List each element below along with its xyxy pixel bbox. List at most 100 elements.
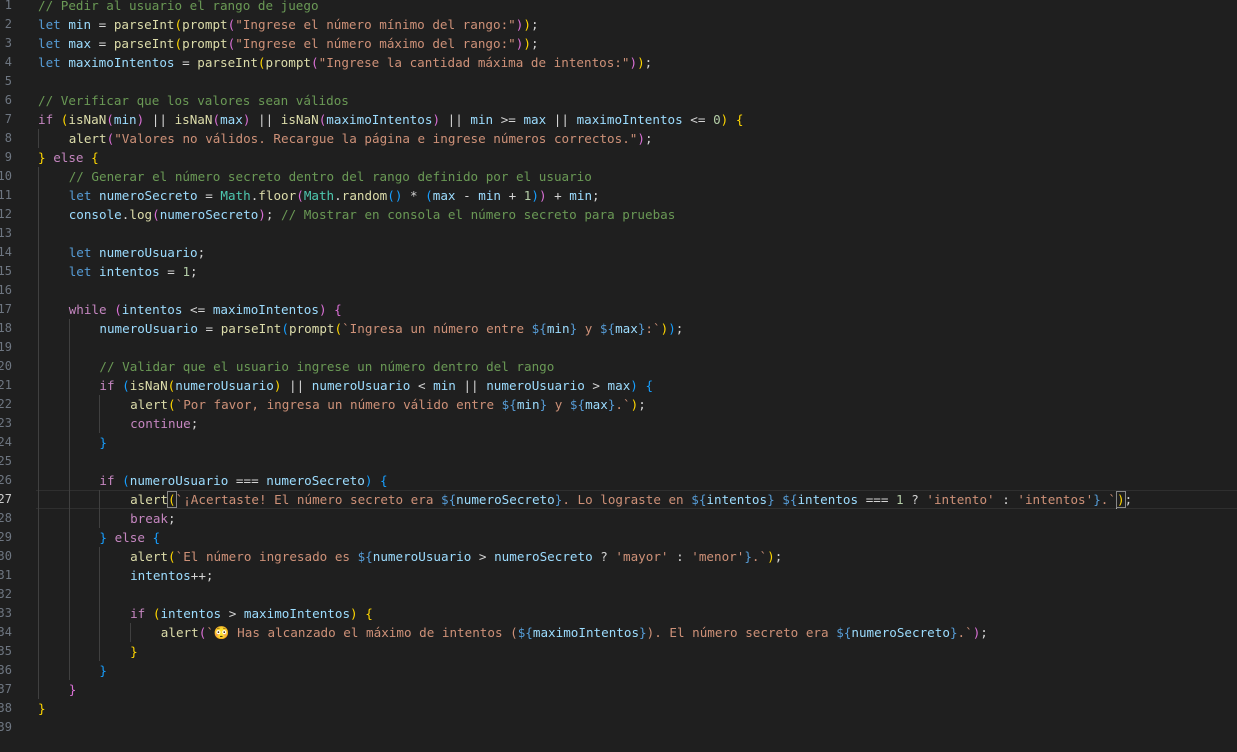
token-brace1: { xyxy=(365,606,373,621)
code-line[interactable]: 34 alert(`😳 Has alcanzado el máximo de in… xyxy=(0,623,1237,642)
token-brace1: ( xyxy=(334,321,343,336)
indent-guide xyxy=(99,585,101,604)
code-line[interactable]: 6 // Verificar que los valores sean válid… xyxy=(0,91,1237,110)
token-brace1: ) xyxy=(637,55,645,70)
token-number: 1 xyxy=(896,492,904,507)
code-line[interactable]: 16 xyxy=(0,281,1237,300)
line-code: } xyxy=(99,433,107,452)
token-plain: ; xyxy=(197,245,206,260)
token-bmatch: ( xyxy=(167,491,177,508)
code-line[interactable]: 20 // Validar que el usuario ingrese un n… xyxy=(0,357,1237,376)
token-plain: >= xyxy=(493,112,524,127)
code-line[interactable]: 31 intentos++; xyxy=(0,566,1237,585)
token-var: maximoIntentos xyxy=(243,606,351,621)
code-line[interactable]: 25 xyxy=(0,452,1237,471)
line-number: 14 xyxy=(0,245,12,259)
token-func: random xyxy=(341,188,388,203)
code-line[interactable]: 15 let intentos = 1; xyxy=(0,262,1237,281)
token-var: numeroSecreto xyxy=(266,473,365,488)
code-line[interactable]: 29} else { xyxy=(0,528,1237,547)
code-line[interactable]: 3 let max = parseInt(prompt("Ingrese el n… xyxy=(0,34,1237,53)
token-brace1: ( xyxy=(257,55,266,70)
line-code: console.log(numeroSecreto); // Mostrar e… xyxy=(69,205,676,224)
code-line[interactable]: 12 console.log(numeroSecreto); // Mostrar… xyxy=(0,205,1237,224)
line-code: // Generar el número secreto dentro del … xyxy=(69,167,592,186)
code-line[interactable]: 39 xyxy=(0,718,1237,737)
code-line[interactable]: 1 // Pedir al usuario el rango de juego xyxy=(0,0,1237,15)
token-func: prompt xyxy=(265,55,312,70)
indent-guide xyxy=(68,395,70,414)
code-line[interactable]: 26 if (numeroUsuario === numeroSecreto) { xyxy=(0,471,1237,490)
indent-guide xyxy=(68,471,70,490)
code-line[interactable]: 23 continue; xyxy=(0,414,1237,433)
token-string: "Ingrese el número máximo del rango:" xyxy=(235,36,516,51)
code-line[interactable]: 14 let numeroUsuario; xyxy=(0,243,1237,262)
token-plain: > xyxy=(471,549,495,564)
code-line[interactable]: 37} xyxy=(0,680,1237,699)
indent-guide xyxy=(68,604,70,623)
code-line[interactable]: 7 if (isNaN(min) || isNaN(max) || isNaN(m… xyxy=(0,110,1237,129)
line-number: 24 xyxy=(0,435,12,449)
token-bmatch: ) xyxy=(1116,491,1126,508)
code-line[interactable]: 36} xyxy=(0,661,1237,680)
code-line[interactable]: 4 let maximoIntentos = parseInt(prompt("I… xyxy=(0,53,1237,72)
token-brace3: { xyxy=(152,530,161,545)
code-editor[interactable]: 1 // Pedir al usuario el rango de juego 2 l… xyxy=(0,0,1237,752)
code-line[interactable]: 28 break; xyxy=(0,509,1237,528)
token-plain: || xyxy=(144,112,175,127)
code-line[interactable]: 22 alert(`Por favor, ingresa un número vá… xyxy=(0,395,1237,414)
line-number: 36 xyxy=(0,663,12,677)
token-interp: ${ xyxy=(599,321,616,336)
indent-guide xyxy=(38,281,39,300)
code-line[interactable]: 5 xyxy=(0,72,1237,91)
token-string: .` xyxy=(615,397,631,412)
token-plain: ++; xyxy=(190,568,214,583)
line-code: if (isNaN(numeroUsuario) || numeroUsuari… xyxy=(99,376,653,395)
line-number: 39 xyxy=(0,720,12,734)
indent-guide xyxy=(68,357,70,376)
line-code: if (isNaN(min) || isNaN(max) || isNaN(ma… xyxy=(38,110,743,129)
code-line[interactable]: 18 numeroUsuario = parseInt(prompt(`Ingre… xyxy=(0,319,1237,338)
token-brace3: } xyxy=(99,663,107,678)
code-line[interactable]: 10 // Generar el número secreto dentro de… xyxy=(0,167,1237,186)
code-line[interactable]: 27 alert(`¡Acertaste! El número secreto e… xyxy=(0,490,1237,509)
line-code: // Verificar que los valores sean válido… xyxy=(38,91,349,110)
token-string: 'intentos' xyxy=(1017,492,1094,507)
indent-guide xyxy=(38,661,39,680)
token-plain: ; xyxy=(638,397,646,412)
code-line[interactable]: 24} xyxy=(0,433,1237,452)
token-comment: // Mostrar en consola el número secreto … xyxy=(281,207,676,222)
token-string: . Lo lograste en xyxy=(562,492,692,507)
code-line[interactable]: 13 xyxy=(0,224,1237,243)
token-plain: ; xyxy=(190,416,199,431)
code-line[interactable]: 35} xyxy=(0,642,1237,661)
token-brace2: ( xyxy=(311,55,319,70)
line-number: 34 xyxy=(0,625,12,639)
line-number: 6 xyxy=(4,93,12,107)
code-line[interactable]: 33 if (intentos > maximoIntentos) { xyxy=(0,604,1237,623)
code-line[interactable]: 11 let numeroSecreto = Math.floor(Math.ra… xyxy=(0,186,1237,205)
token-brace3: () xyxy=(387,188,403,203)
line-number: 11 xyxy=(0,188,12,202)
token-plain: ; xyxy=(592,188,600,203)
line-code: } xyxy=(69,680,77,699)
code-line[interactable]: 9} else { xyxy=(0,148,1237,167)
code-line[interactable]: 19 xyxy=(0,338,1237,357)
code-line[interactable]: 8 alert("Valores no válidos. Recargue la … xyxy=(0,129,1237,148)
line-number: 4 xyxy=(4,55,12,69)
code-line[interactable]: 30 alert(`El número ingresado es ${numero… xyxy=(0,547,1237,566)
indent-guide xyxy=(99,395,101,414)
token-var: max xyxy=(220,112,243,127)
code-line[interactable]: 32 xyxy=(0,585,1237,604)
code-line[interactable]: 38} xyxy=(0,699,1237,718)
indent-guide xyxy=(38,186,39,205)
line-number: 21 xyxy=(0,378,12,392)
line-code: // Pedir al usuario el rango de juego xyxy=(38,0,319,15)
code-line[interactable]: 17 while (intentos <= maximoIntentos) { xyxy=(0,300,1237,319)
line-number: 33 xyxy=(0,606,12,620)
code-line[interactable]: 2 let min = parseInt(prompt("Ingrese el n… xyxy=(0,15,1237,34)
line-code: } xyxy=(38,699,46,718)
code-line[interactable]: 21 if (isNaN(numeroUsuario) || numeroUsua… xyxy=(0,376,1237,395)
token-var: min xyxy=(546,321,570,336)
token-brace2: ) xyxy=(258,207,266,222)
